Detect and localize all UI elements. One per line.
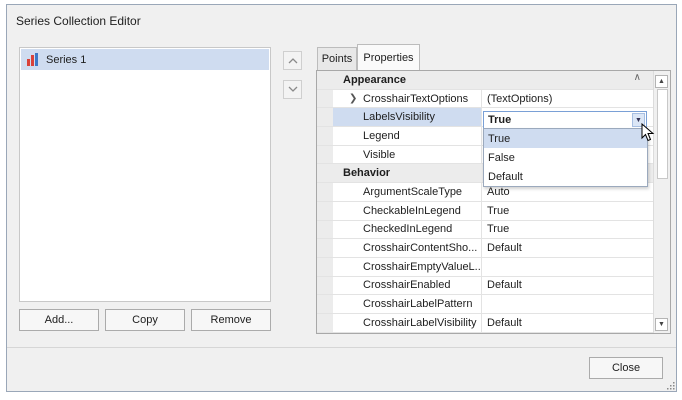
property-value[interactable] [483, 295, 653, 313]
property-name: CrosshairEnabled [333, 276, 482, 295]
property-name: CheckableInLegend [333, 201, 482, 220]
dropdown-option-false[interactable]: False [484, 148, 647, 167]
property-value[interactable]: Default [483, 239, 653, 257]
property-grid[interactable]: Appearance ∧ ❯ CrosshairTextOptions (Tex… [316, 70, 671, 334]
property-name: CrosshairLabelVisibility [333, 313, 482, 332]
collapse-icon[interactable]: ∧ [634, 72, 641, 83]
series-label: Series 1 [46, 53, 87, 66]
property-row-checked-in-legend[interactable]: CheckedInLegend True [317, 220, 653, 240]
series-list[interactable]: Series 1 [19, 47, 271, 302]
property-name: Visible [333, 145, 482, 164]
property-name: CrosshairEmptyValueL... [333, 257, 482, 276]
labels-visibility-editor[interactable]: True ▼ [483, 111, 647, 129]
property-name: CrosshairLabelPattern [333, 295, 482, 313]
scrollbar-thumb[interactable] [657, 89, 668, 179]
property-row-crosshair-empty-value[interactable]: CrosshairEmptyValueL... [317, 257, 653, 277]
category-label: Appearance [343, 73, 406, 86]
vertical-scrollbar[interactable]: ▲ ▼ [653, 71, 670, 333]
property-row-crosshair-content-show[interactable]: CrosshairContentSho... Default [317, 239, 653, 258]
tab-points[interactable]: Points [317, 47, 357, 70]
property-row-crosshair-text-options[interactable]: ❯ CrosshairTextOptions (TextOptions) [317, 89, 653, 109]
series-collection-editor-window: Series Collection Editor Series 1 Add...… [6, 4, 677, 392]
property-name: ArgumentScaleType [333, 183, 482, 201]
series-list-item[interactable]: Series 1 [21, 49, 269, 70]
bar-chart-icon [26, 52, 40, 67]
editor-value: True [488, 114, 512, 126]
move-down-button[interactable] [283, 80, 302, 99]
scroll-down-button[interactable]: ▼ [655, 318, 668, 331]
copy-button[interactable]: Copy [105, 309, 185, 331]
add-button[interactable]: Add... [19, 309, 99, 331]
dropdown-option-default[interactable]: Default [484, 167, 647, 186]
chevron-down-icon [288, 86, 297, 92]
chevron-up-icon [288, 58, 297, 64]
property-row-crosshair-enabled[interactable]: CrosshairEnabled Default [317, 276, 653, 296]
property-name: LabelsVisibility [333, 108, 482, 127]
dropdown-option-true[interactable]: True [484, 129, 647, 148]
dropdown-list: True False Default [483, 128, 648, 187]
property-row-crosshair-label-visibility[interactable]: CrosshairLabelVisibility Default [317, 313, 653, 333]
remove-button[interactable]: Remove [191, 309, 271, 331]
close-button[interactable]: Close [589, 357, 663, 379]
property-value[interactable]: Default [483, 314, 653, 332]
footer-separator [7, 347, 676, 348]
property-value[interactable]: Default [483, 277, 653, 295]
property-name: CrosshairContentSho... [333, 239, 482, 257]
property-name: CrosshairTextOptions [333, 89, 482, 108]
move-up-button[interactable] [283, 51, 302, 70]
scroll-up-button[interactable]: ▲ [655, 75, 668, 88]
tab-properties[interactable]: Properties [357, 44, 420, 71]
category-row-appearance[interactable]: Appearance ∧ [317, 71, 653, 90]
property-value[interactable]: True [483, 221, 653, 239]
property-name: Legend [333, 127, 482, 145]
property-row-crosshair-label-pattern[interactable]: CrosshairLabelPattern [317, 295, 653, 314]
resize-grip-icon[interactable] [667, 382, 675, 390]
window-title: Series Collection Editor [16, 14, 141, 28]
property-row-checkable-in-legend[interactable]: CheckableInLegend True [317, 201, 653, 221]
property-value[interactable]: (TextOptions) [483, 90, 653, 108]
property-value[interactable]: True [483, 202, 653, 220]
property-name: CheckedInLegend [333, 220, 482, 239]
property-value[interactable] [483, 258, 653, 276]
mouse-cursor-icon [641, 123, 655, 142]
